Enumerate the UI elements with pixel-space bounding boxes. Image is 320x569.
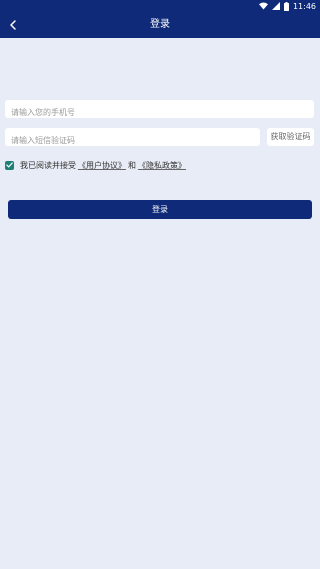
sms-code-field[interactable]	[5, 128, 260, 150]
status-icons: 11:46	[258, 1, 316, 11]
agreement-conjunction: 和	[128, 160, 136, 170]
phone-field[interactable]	[5, 100, 314, 122]
agreement-prefix: 我已阅读并接受	[20, 160, 76, 170]
checkmark-icon	[6, 162, 13, 168]
phone-input[interactable]	[5, 103, 314, 122]
page-title: 登录	[150, 19, 170, 30]
battery-icon	[283, 1, 289, 11]
get-code-button[interactable]: 获取验证码	[267, 128, 314, 146]
sms-code-input[interactable]	[5, 131, 260, 150]
user-agreement-link[interactable]: 《用户协议》	[78, 160, 126, 171]
agreement-row: 我已阅读并接受 《用户协议》 和 《隐私政策》	[5, 159, 188, 171]
app-header: 登录	[0, 12, 320, 38]
status-time: 11:46	[292, 1, 316, 11]
agreement-checkbox[interactable]	[5, 160, 14, 170]
signal-icon	[271, 2, 280, 10]
privacy-policy-link[interactable]: 《隐私政策》	[138, 160, 186, 171]
wifi-icon	[258, 2, 268, 10]
status-bar: 11:46	[0, 0, 320, 12]
login-button[interactable]: 登录	[8, 200, 312, 219]
